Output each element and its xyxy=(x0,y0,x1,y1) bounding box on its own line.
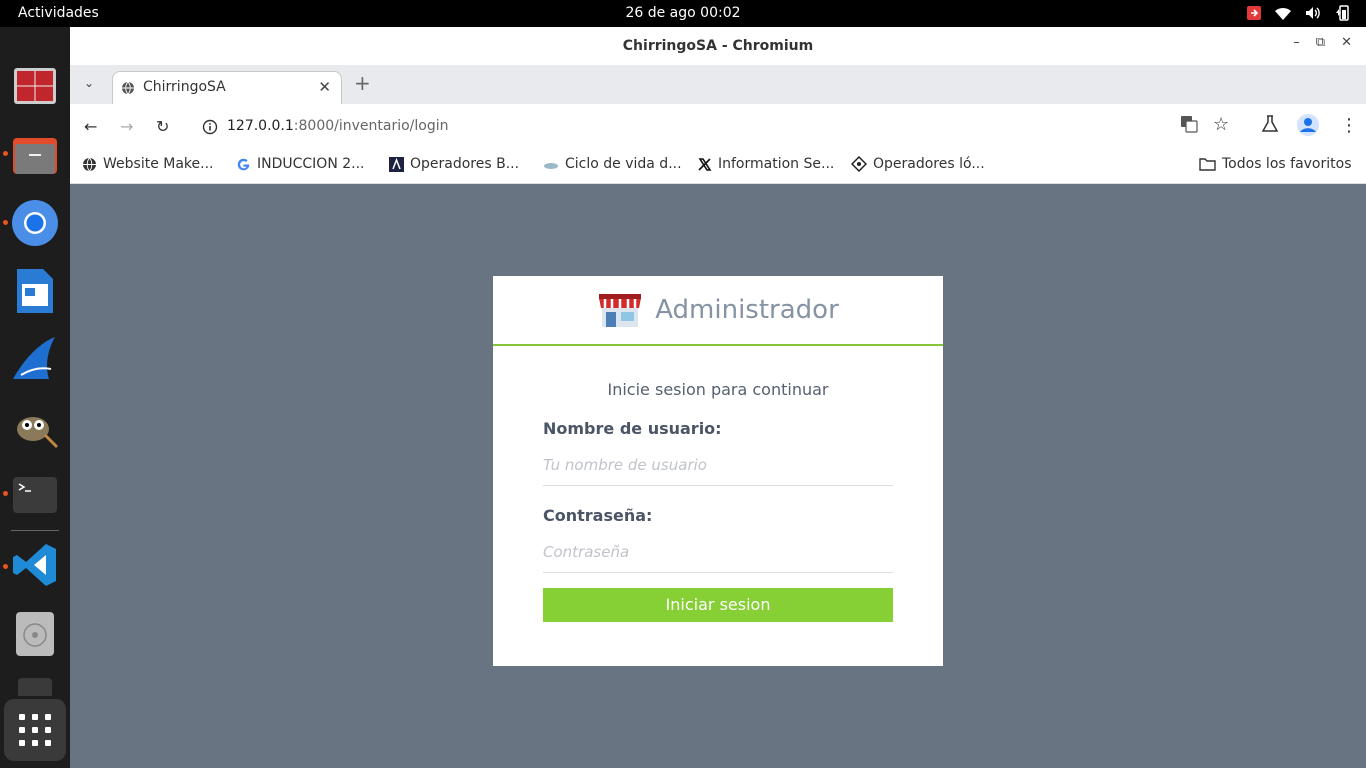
login-card: Administrador Inicie sesion para continu… xyxy=(493,276,943,666)
wireshark-icon xyxy=(13,337,55,379)
tab-title: ChirringoSA xyxy=(143,79,226,95)
dock-app-chromium[interactable] xyxy=(10,198,60,248)
clock[interactable]: 26 de ago 00:02 xyxy=(0,5,1366,21)
cloud-icon xyxy=(544,162,558,169)
disc-icon xyxy=(16,612,54,656)
tab-search-chevron-icon[interactable]: ⌄ xyxy=(84,76,94,90)
app-indicator-icon[interactable] xyxy=(1246,5,1262,21)
dock-app-files[interactable] xyxy=(10,130,60,180)
menu-kebab-icon[interactable]: ⋮ xyxy=(1340,115,1358,136)
login-header: Administrador xyxy=(493,276,943,346)
browser-window: ChirringoSA - Chromium – ⧉ ✕ ⌄ Chirringo… xyxy=(70,27,1366,768)
close-icon[interactable]: ✕ xyxy=(1341,35,1352,50)
app-icon xyxy=(18,678,52,696)
dock-app-writer[interactable] xyxy=(10,266,60,316)
bookmark-website-maker[interactable]: Website Make... xyxy=(82,156,214,172)
dock-app-gimp[interactable] xyxy=(10,402,60,452)
password-field-wrap xyxy=(543,533,893,573)
url-text[interactable]: 127.0.0.1:8000/inventario/login xyxy=(227,118,449,134)
password-label: Contraseña: xyxy=(543,506,653,525)
folder-icon xyxy=(1199,158,1216,171)
folder-icon xyxy=(13,138,57,174)
dock-app-disc[interactable] xyxy=(10,609,60,659)
page-content: Administrador Inicie sesion para continu… xyxy=(70,184,1366,768)
show-apps-button[interactable] xyxy=(4,699,66,761)
site-info-icon[interactable] xyxy=(202,119,218,135)
username-field-wrap xyxy=(543,446,893,486)
system-top-bar: Actividades 26 de ago 00:02 xyxy=(0,0,1366,27)
writer-icon xyxy=(17,269,53,313)
globe-icon xyxy=(83,157,96,171)
labs-flask-icon[interactable] xyxy=(1261,115,1279,137)
forward-icon[interactable]: → xyxy=(120,117,133,136)
chromium-icon xyxy=(12,200,58,246)
vscode-icon xyxy=(13,544,56,586)
dock-app-partial[interactable] xyxy=(10,672,60,696)
bookmark-ciclo-de-vida[interactable]: Ciclo de vida d... xyxy=(543,156,682,172)
google-icon xyxy=(237,158,250,170)
login-submit-button[interactable]: Iniciar sesion xyxy=(543,588,893,622)
back-icon[interactable]: ← xyxy=(84,117,97,136)
bookmark-induccion[interactable]: INDUCCION 2... xyxy=(236,156,365,172)
window-title: ChirringoSA - Chromium xyxy=(622,38,814,54)
terminal-icon xyxy=(13,477,57,513)
system-tray[interactable] xyxy=(1246,4,1352,22)
maximize-icon[interactable]: ⧉ xyxy=(1316,35,1325,50)
wifi-icon[interactable] xyxy=(1274,5,1292,21)
battery-icon[interactable] xyxy=(1334,4,1352,22)
store-icon xyxy=(599,294,642,327)
bookmark-information-se[interactable]: Information Se... xyxy=(697,156,834,172)
dock-app-vscode[interactable] xyxy=(10,540,60,590)
browser-toolbar: ← → ↻ 127.0.0.1:8000/inventario/login ☆ … xyxy=(70,104,1366,148)
window-titlebar[interactable]: ChirringoSA - Chromium – ⧉ ✕ xyxy=(70,27,1366,65)
diamond-icon xyxy=(851,156,867,172)
password-input[interactable] xyxy=(543,533,893,571)
reload-icon[interactable]: ↻ xyxy=(156,117,169,136)
bookmark-operadores-lo[interactable]: Operadores ló... xyxy=(851,156,985,172)
tab-strip: ⌄ ChirringoSA ✕ + xyxy=(70,65,1366,104)
new-tab-icon[interactable]: + xyxy=(354,71,371,95)
dock-app-remote[interactable] xyxy=(10,61,60,111)
globe-icon xyxy=(122,81,134,95)
profile-avatar-icon[interactable] xyxy=(1296,113,1320,141)
site-icon xyxy=(389,156,404,172)
dock xyxy=(0,27,70,768)
volume-icon[interactable] xyxy=(1304,5,1322,21)
login-subtitle: Inicie sesion para continuar xyxy=(607,380,829,399)
app-grid-icon xyxy=(19,714,51,746)
username-input[interactable] xyxy=(543,446,893,484)
bookmark-operadores-b[interactable]: Operadores B... xyxy=(389,156,519,172)
bookmarks-bar: Website Make... INDUCCION 2... Operadore… xyxy=(70,148,1366,184)
login-heading: Administrador xyxy=(655,295,839,325)
minimize-icon[interactable]: – xyxy=(1293,35,1300,50)
dock-app-terminal[interactable] xyxy=(10,470,60,520)
translate-icon[interactable] xyxy=(1180,115,1198,137)
dock-app-wireshark[interactable] xyxy=(10,334,60,384)
bookmark-star-icon[interactable]: ☆ xyxy=(1213,114,1229,135)
tab-close-icon[interactable]: ✕ xyxy=(318,78,331,96)
username-label: Nombre de usuario: xyxy=(543,419,722,438)
remote-desktop-icon xyxy=(14,68,56,104)
x-icon xyxy=(698,157,712,171)
all-bookmarks-button[interactable]: Todos los favoritos xyxy=(1199,156,1352,172)
gimp-icon xyxy=(17,417,59,449)
tab-chirringosa[interactable]: ChirringoSA ✕ xyxy=(112,71,342,104)
address-bar[interactable]: 127.0.0.1:8000/inventario/login xyxy=(190,110,1242,143)
